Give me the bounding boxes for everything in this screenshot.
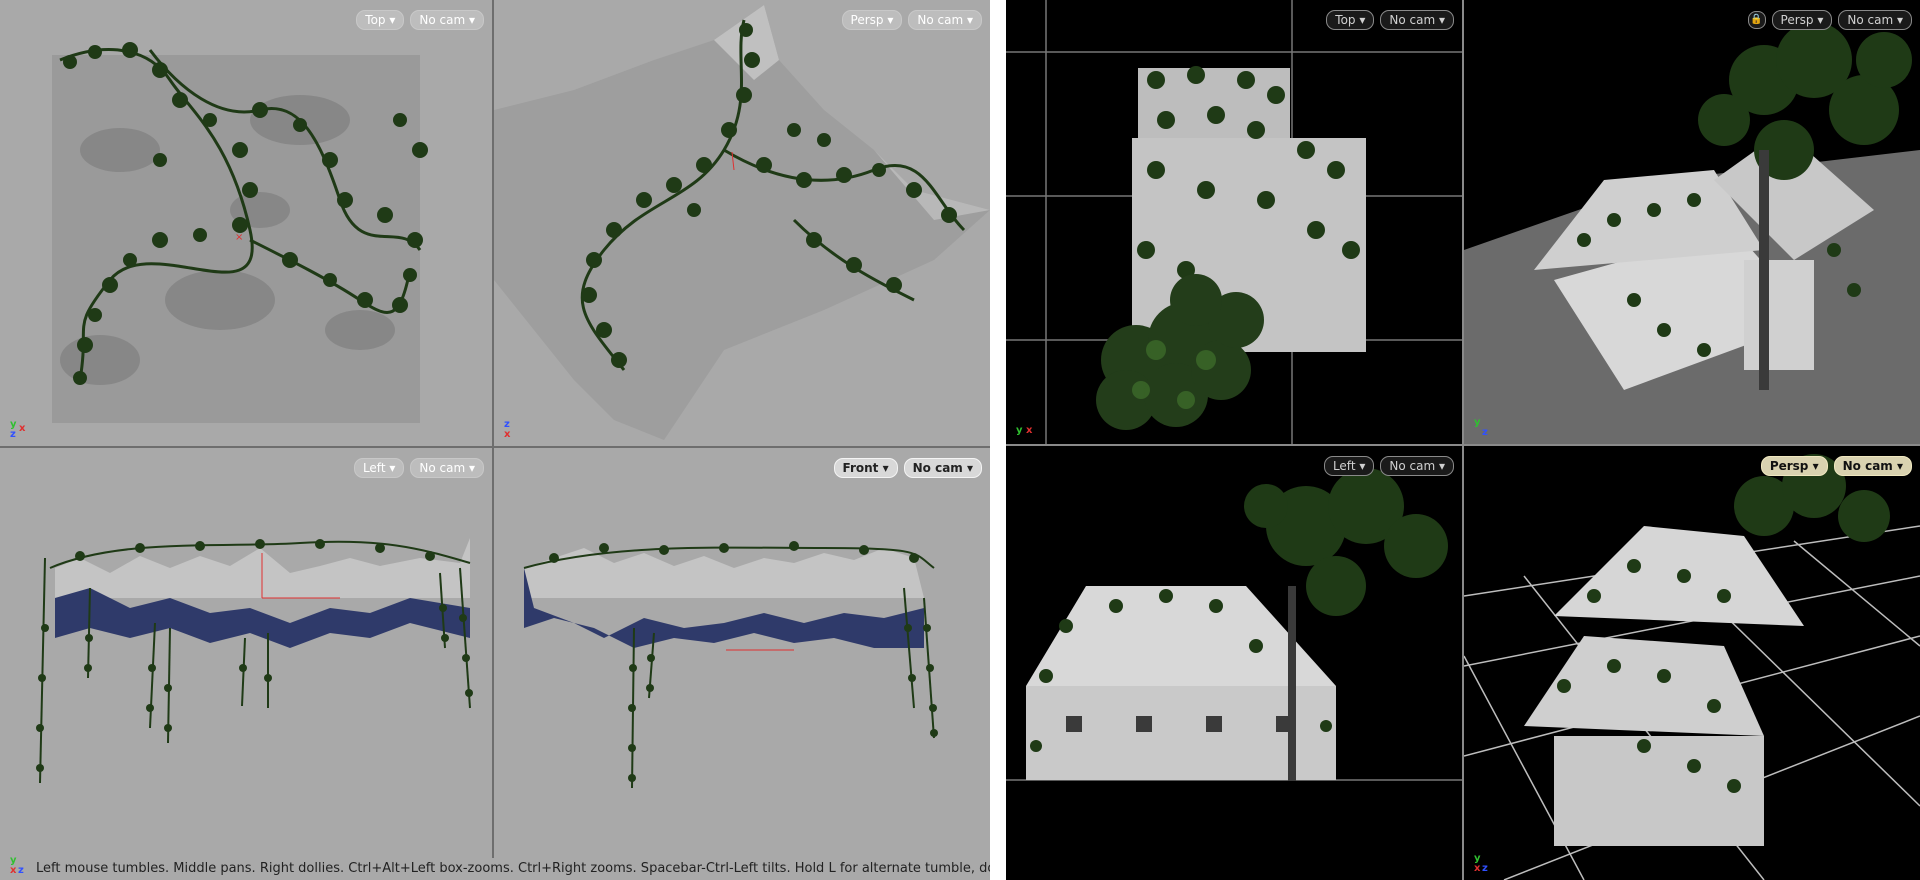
camera-selector-button[interactable]: No cam ▾ — [410, 10, 484, 30]
axis-x-label: x — [10, 865, 17, 876]
horizontal-divider[interactable] — [0, 446, 990, 448]
viewport-persp[interactable]: Persp ▾ No cam ▾ z x — [494, 0, 990, 446]
view-selector-button[interactable]: Top ▾ — [1326, 10, 1375, 30]
viewport-menu: 🔒 Persp ▾ No cam ▾ — [1747, 10, 1912, 30]
viewport-menu: Persp ▾ No cam ▾ — [841, 10, 982, 30]
house-left-view — [1006, 468, 1462, 781]
house-persp-grid-view — [1464, 454, 1920, 880]
svg-text:×: × — [235, 232, 243, 243]
view-selector-button[interactable]: Top ▾ — [356, 10, 405, 30]
viewport-menu: Persp ▾ No cam ▾ — [1760, 456, 1912, 476]
axis-z-label: z — [10, 429, 16, 440]
right-viewer-panel[interactable]: Top ▾ No cam ▾ y x 🔒 Persp ▾ No cam ▾ y … — [1006, 0, 1920, 880]
viewport-top[interactable]: × Top ▾ No cam ▾ y x z — [0, 0, 492, 446]
axis-gizmo: y x z — [1474, 854, 1494, 876]
left-viewer-panel[interactable]: × Top ▾ No cam ▾ y x z Persp ▾ No cam ▾ … — [0, 0, 990, 880]
viewport-menu: Left ▾ No cam ▾ — [1323, 456, 1454, 476]
viewport-front[interactable]: Front ▾ No cam ▾ — [494, 448, 990, 858]
viewport-top[interactable]: Top ▾ No cam ▾ y x — [1006, 0, 1462, 444]
camera-selector-button[interactable]: No cam ▾ — [903, 458, 982, 478]
axis-gizmo: y z — [1474, 418, 1494, 440]
vertical-divider[interactable] — [1462, 0, 1464, 880]
camera-selector-button[interactable]: No cam ▾ — [1833, 456, 1912, 476]
status-text: Left mouse tumbles. Middle pans. Right d… — [36, 861, 990, 876]
axis-gizmo: y x — [1016, 418, 1036, 440]
axis-gizmo: y x z — [10, 420, 30, 442]
viewport-menu: Left ▾ No cam ▾ — [353, 458, 484, 478]
axis-z-label: z — [1482, 427, 1488, 438]
viewport-menu: Top ▾ No cam ▾ — [356, 10, 484, 30]
status-bar: Left mouse tumbles. Middle pans. Right d… — [0, 858, 990, 880]
view-selector-button[interactable]: Left ▾ — [1323, 456, 1375, 476]
camera-selector-button[interactable]: No cam ▾ — [1380, 456, 1454, 476]
axis-x-label: x — [19, 423, 26, 434]
axis-gizmo: z x — [504, 420, 524, 442]
terrain-top-view: × — [52, 42, 428, 423]
house-top-view — [1006, 0, 1462, 444]
viewport-menu: Front ▾ No cam ▾ — [833, 458, 982, 478]
viewport-persp-2[interactable]: Persp ▾ No cam ▾ y x z — [1464, 446, 1920, 880]
camera-selector-button[interactable]: No cam ▾ — [1380, 10, 1454, 30]
axis-y-label: y — [1016, 425, 1023, 436]
camera-selector-button[interactable]: No cam ▾ — [410, 458, 484, 478]
view-selector-button[interactable]: Left ▾ — [353, 458, 405, 478]
axis-y-label: y — [1474, 417, 1481, 428]
viewport-menu: Top ▾ No cam ▾ — [1326, 10, 1454, 30]
axis-z-label: z — [18, 865, 24, 876]
horizontal-divider[interactable] — [1006, 444, 1920, 446]
axis-x-label: x — [504, 429, 511, 440]
lock-camera-icon[interactable]: 🔒 — [1747, 11, 1766, 29]
vertical-divider[interactable] — [492, 0, 494, 858]
view-selector-button[interactable]: Persp ▾ — [1771, 10, 1833, 30]
terrain-persp-view — [494, 5, 990, 440]
terrain-front-view — [523, 541, 938, 789]
view-selector-button[interactable]: Persp ▾ — [1760, 456, 1828, 476]
view-selector-button[interactable]: Persp ▾ — [841, 10, 903, 30]
viewport-persp[interactable]: 🔒 Persp ▾ No cam ▾ y z — [1464, 0, 1920, 444]
viewport-left[interactable]: Left ▾ No cam ▾ — [1006, 446, 1462, 880]
axis-x-label: x — [1474, 863, 1481, 874]
view-selector-button[interactable]: Front ▾ — [833, 458, 898, 478]
axis-z-label: z — [1482, 863, 1488, 874]
camera-selector-button[interactable]: No cam ▾ — [1838, 10, 1912, 30]
axis-x-label: x — [1026, 425, 1033, 436]
viewport-left[interactable]: Left ▾ No cam ▾ — [0, 448, 492, 858]
status-axis-gizmo: y x z — [10, 856, 30, 878]
house-persp-view — [1464, 22, 1920, 444]
terrain-left-view — [36, 538, 473, 784]
camera-selector-button[interactable]: No cam ▾ — [908, 10, 982, 30]
